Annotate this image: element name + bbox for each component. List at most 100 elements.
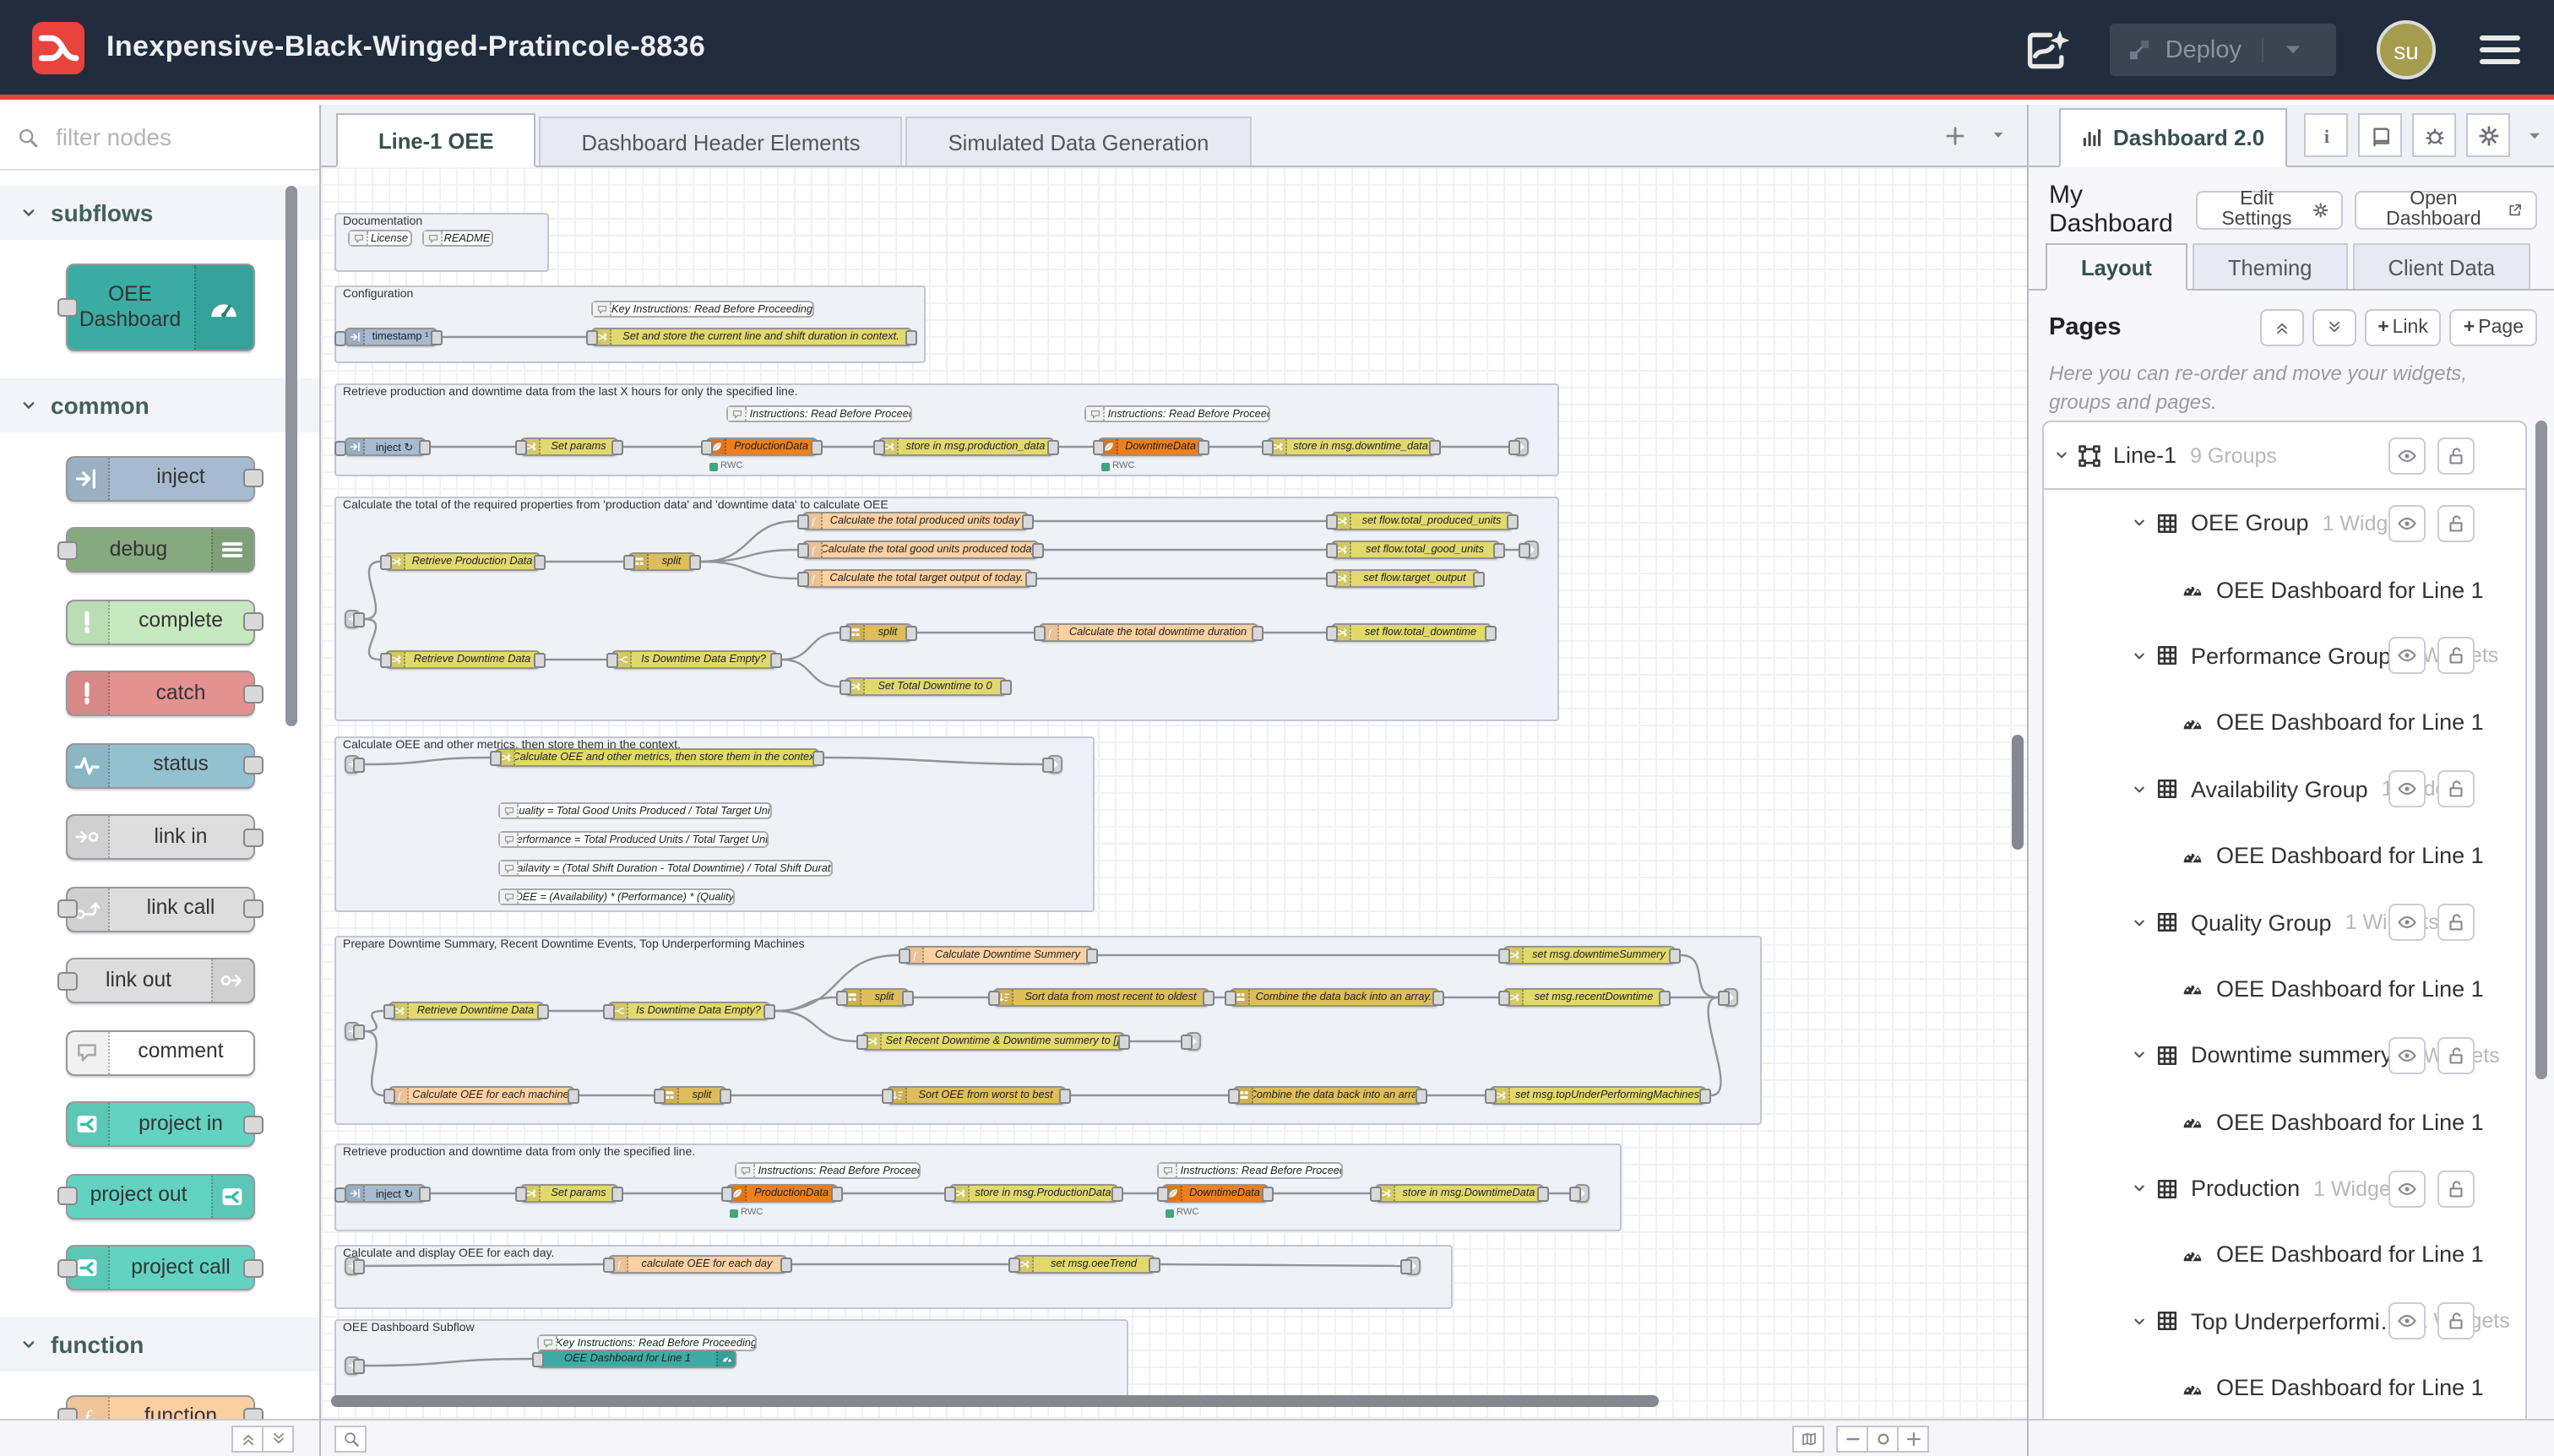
flow-node-key-instructions-read-before-proceeding[interactable]: Key Instructions: Read Before Proceeding bbox=[726, 405, 912, 422]
input-port[interactable] bbox=[57, 1187, 77, 1205]
open-dashboard-button[interactable]: Open Dashboard bbox=[2355, 190, 2537, 229]
output-port[interactable] bbox=[1025, 571, 1037, 586]
flow-node-set-and-store-the-current-line-and-shift[interactable]: Set and store the current line and shift… bbox=[591, 328, 912, 346]
output-port[interactable] bbox=[242, 1258, 263, 1277]
flow-node-split[interactable]: split bbox=[841, 988, 909, 1007]
flow-node-link[interactable] bbox=[345, 1257, 360, 1275]
zoom-reset-button[interactable] bbox=[1867, 1425, 1899, 1452]
flow-node-store-in-msg-production-data[interactable]: store in msg.production_data bbox=[878, 437, 1054, 456]
flow-node-link[interactable] bbox=[1574, 1184, 1589, 1203]
input-port[interactable] bbox=[1326, 625, 1338, 640]
input-port[interactable] bbox=[721, 1186, 733, 1201]
input-port[interactable] bbox=[57, 1258, 77, 1277]
tree-row-widget[interactable]: OEE Dashboard for Line 1 bbox=[2044, 1222, 2525, 1289]
avatar[interactable]: su bbox=[2377, 20, 2436, 79]
output-port[interactable] bbox=[353, 611, 365, 627]
tab-dashboard-2[interactable]: Dashboard 2.0 bbox=[2059, 108, 2286, 167]
minimap-button[interactable] bbox=[1792, 1425, 1824, 1452]
input-port[interactable] bbox=[603, 1257, 615, 1272]
flow-node-inject[interactable]: inject ↻ bbox=[345, 437, 426, 456]
add-flow-button[interactable] bbox=[1944, 124, 1966, 146]
palette-node-catch[interactable]: catch bbox=[65, 671, 254, 716]
flow-tab-line-1-oee[interactable]: Line-1 OEE bbox=[336, 113, 536, 167]
tree-row-page-line-1[interactable]: Line-19 Groups bbox=[2044, 422, 2525, 490]
input-port[interactable] bbox=[836, 990, 848, 1005]
output-port[interactable] bbox=[242, 899, 263, 918]
input-port[interactable] bbox=[57, 1408, 77, 1419]
flow-node-calculate-oee-for-each-machine[interactable]: fCalculate OEE for each machine bbox=[389, 1086, 574, 1105]
tree-row-group-top-underperformi[interactable]: Top Underperformi…1 Widgets bbox=[2044, 1288, 2525, 1355]
flow-node-sort-oee-from-worst-to-best[interactable]: Sort OEE from worst to best bbox=[887, 1086, 1066, 1105]
flow-node-calculate-downtime-summery[interactable]: fCalculate Downtime Summery bbox=[904, 946, 1093, 964]
output-port[interactable] bbox=[611, 439, 623, 454]
output-port[interactable] bbox=[353, 1258, 365, 1274]
output-port[interactable] bbox=[242, 1115, 263, 1133]
flow-node-calculate-oee-for-each-day[interactable]: fcalculate OEE for each day bbox=[608, 1255, 787, 1274]
output-port[interactable] bbox=[689, 554, 701, 569]
visibility-toggle-button[interactable] bbox=[2388, 1037, 2426, 1074]
flow-node-calculate-oee-and-other-metrics-then-sto[interactable]: Calculate OEE and other metrics, then st… bbox=[495, 748, 819, 767]
input-port[interactable] bbox=[1569, 1186, 1581, 1201]
tree-row-widget[interactable]: OEE Dashboard for Line 1 bbox=[2044, 689, 2525, 756]
flow-node-oee-dashboard-for-line-1[interactable]: OEE Dashboard for Line 1 bbox=[537, 1350, 736, 1368]
flow-node-key-instructions-read-before-proceeding[interactable]: Key Instructions: Read Before Proceeding bbox=[591, 301, 814, 318]
input-port[interactable] bbox=[1034, 625, 1046, 640]
flow-node-calculate-the-total-target-output-of-tod[interactable]: fCalculate the total target output of to… bbox=[802, 569, 1032, 588]
input-port[interactable] bbox=[515, 439, 527, 454]
flow-tab-dashboard-header-elements[interactable]: Dashboard Header Elements bbox=[540, 117, 903, 166]
input-port[interactable] bbox=[1228, 1088, 1240, 1103]
flow-node-oee-availability-performance-quality[interactable]: OEE = (Availability) * (Performance) * (… bbox=[498, 888, 735, 905]
input-port[interactable] bbox=[380, 652, 392, 667]
visibility-toggle-button[interactable] bbox=[2388, 437, 2426, 474]
flow-node-link[interactable] bbox=[345, 755, 360, 774]
canvas-v-scrollbar[interactable] bbox=[2012, 735, 2024, 850]
flow-node-availavity-total-shift-duration-total-do[interactable]: Availavity = (Total Shift Duration - Tot… bbox=[498, 860, 833, 877]
flow-node-store-in-msg-downtimedata[interactable]: store in msg.DowntimeData bbox=[1375, 1184, 1544, 1203]
input-port[interactable] bbox=[882, 1088, 894, 1103]
input-port[interactable] bbox=[1498, 990, 1510, 1005]
input-port[interactable] bbox=[1008, 1257, 1020, 1272]
input-port[interactable] bbox=[1225, 990, 1236, 1005]
input-port[interactable] bbox=[873, 439, 885, 454]
input-port[interactable] bbox=[383, 1088, 395, 1103]
flow-node-set-msg-topunderperformingmachines[interactable]: set msg.topUnderPerformingMachines bbox=[1490, 1086, 1706, 1105]
tree-row-widget[interactable]: OEE Dashboard for Line 1 bbox=[2044, 1089, 2525, 1155]
flow-node-set-flow-target-output[interactable]: set flow.target_output bbox=[1331, 569, 1480, 588]
output-port[interactable] bbox=[1252, 625, 1263, 640]
flow-node-sort-data-from-most-recent-to-oldest[interactable]: Sort data from most recent to oldest bbox=[993, 988, 1209, 1007]
palette-node-function[interactable]: ffunction bbox=[65, 1394, 254, 1419]
input-port[interactable] bbox=[57, 899, 77, 918]
add-page-button[interactable]: +Page bbox=[2450, 309, 2537, 346]
flow-node-readme[interactable]: README bbox=[422, 230, 493, 247]
flow-node-calculate-the-total-produced-units-today[interactable]: fCalculate the total produced units toda… bbox=[802, 512, 1029, 530]
input-port[interactable] bbox=[840, 625, 851, 640]
flow-node-set-params[interactable]: Set params bbox=[520, 437, 618, 456]
output-port[interactable] bbox=[242, 612, 263, 631]
palette-node-project-call[interactable]: project call bbox=[65, 1245, 254, 1290]
input-port[interactable] bbox=[57, 541, 77, 559]
info-button[interactable]: i bbox=[2304, 113, 2348, 157]
output-port[interactable] bbox=[537, 1003, 549, 1019]
input-port[interactable] bbox=[988, 990, 1000, 1005]
flow-node-set-msg-downtimesummery[interactable]: set msg.downtimeSummery bbox=[1503, 946, 1676, 964]
output-port[interactable] bbox=[831, 1186, 843, 1201]
output-port[interactable] bbox=[812, 750, 824, 765]
output-port[interactable] bbox=[1149, 1257, 1160, 1272]
deploy-button[interactable]: Deploy bbox=[2110, 24, 2336, 76]
output-port[interactable] bbox=[568, 1088, 579, 1103]
flow-node-quality-total-good-units-produced-total-[interactable]: Quality = Total Good Units Produced / To… bbox=[498, 802, 772, 819]
output-port[interactable] bbox=[353, 757, 365, 772]
palette-section-subflows[interactable]: subflows bbox=[0, 186, 319, 240]
config-button[interactable] bbox=[2466, 113, 2510, 157]
input-port[interactable] bbox=[701, 439, 713, 454]
flow-node-link[interactable] bbox=[1723, 988, 1738, 1007]
output-port[interactable] bbox=[905, 625, 917, 640]
flow-node-productiondata[interactable]: ProductionDataRWC bbox=[726, 1184, 838, 1203]
output-port[interactable] bbox=[1118, 1034, 1130, 1049]
lock-toggle-button[interactable] bbox=[2437, 638, 2475, 675]
input-port[interactable] bbox=[606, 652, 618, 667]
flow-node-inject[interactable]: inject ↻ bbox=[345, 1184, 426, 1203]
visibility-toggle-button[interactable] bbox=[2388, 904, 2426, 941]
flow-node-downtimedata[interactable]: DowntimeDataRWC bbox=[1162, 1184, 1269, 1203]
output-port[interactable] bbox=[811, 439, 823, 454]
